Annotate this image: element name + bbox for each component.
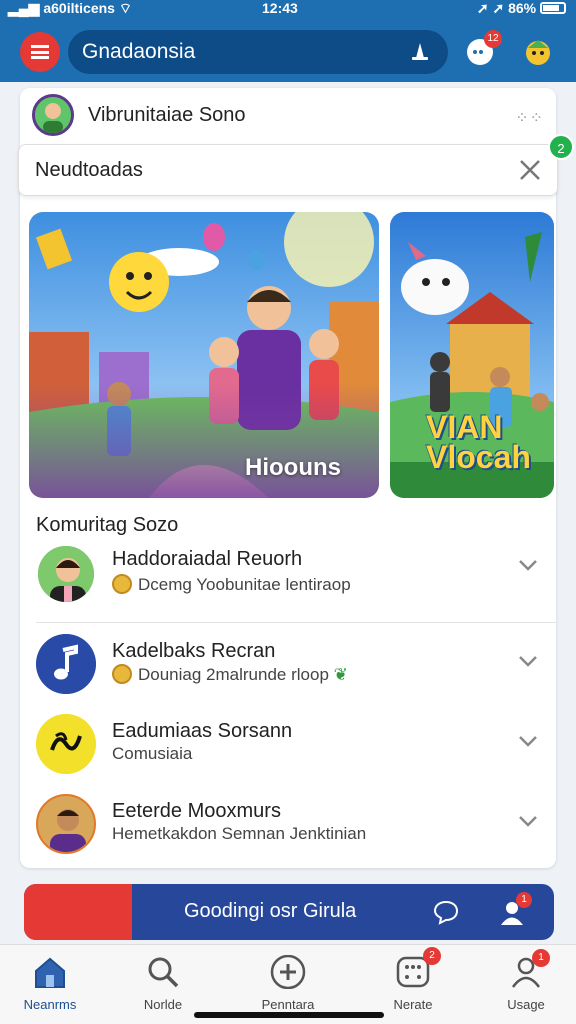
filter-field[interactable]: Neudtoadas [18,144,558,196]
chevron-down-icon[interactable] [518,814,538,828]
list-item-subtitle: Hemetkakdon Semnan Jenktinian [112,824,367,843]
banner-logo: VIAN Vlocah [426,409,531,475]
app-header: ▂▄▆ a60ilticens ⌔ 12:43 ➚ ➚ 86% Gnadaons… [0,0,576,82]
tab-search[interactable]: Norlde [113,955,213,1015]
chat-icon[interactable] [432,898,460,926]
search-icon [148,957,179,988]
banner-caption: Hioouns [245,454,341,481]
tab-create[interactable]: Penntara [238,954,338,1015]
tab-badge: 2 [423,947,441,965]
chevron-down-icon[interactable] [518,734,538,748]
search-text: Gnadaonsia [82,40,196,63]
carrier-label: ▂▄▆ a60ilticens ⌔ [8,0,133,16]
close-icon[interactable] [517,157,543,183]
menu-button[interactable] [20,32,60,72]
clock: 12:43 [262,0,298,16]
list-item-title: Kadelbaks Recran [112,640,276,662]
tab-label: Usage [507,997,545,1012]
list-item-subtitle: Dcemg Yoobunitae lentiraop [112,574,351,595]
avatar-image [38,796,94,852]
list-item[interactable]: Kadelbaks Recran Douniag 2malrunde rloop… [20,634,556,698]
tab-label: Neanrms [23,997,77,1012]
promo-banner[interactable]: Goodingi osr Girula 1 [24,884,554,940]
tab-profile[interactable]: 1 Usage [476,949,576,1015]
tab-badge: 1 [532,949,550,967]
filter-text: Neudtoadas [35,159,143,181]
notifications-button[interactable]: 12 [464,30,502,68]
featured-banner[interactable]: Hioouns [29,212,379,498]
tab-home[interactable]: Neanrms [0,955,100,1015]
plus-icon [270,954,306,990]
home-indicator [194,1012,384,1018]
section-title: Komuritag Sozo [36,514,179,536]
list-item-subtitle: Douniag 2malrunde rloop ❦ [112,664,348,685]
list-item[interactable]: Haddoraiadal Reuorh Dcemg Yoobunitae len… [20,538,556,614]
list-item-title: Haddoraiadal Reuorh [112,548,303,570]
tab-games[interactable]: 2 Nerate [363,947,463,1015]
avatar-image [38,546,94,602]
squiggle-logo-icon [36,714,96,774]
list-item-title: Eeterde Mooxmurs [112,800,281,822]
chevron-down-icon[interactable] [518,558,538,572]
tab-label: Nerate [393,997,433,1012]
list-avatar [36,634,96,694]
music-note-icon [36,634,96,694]
filter-count-badge: 2 [548,134,574,160]
smile-icon [112,664,132,684]
bell-icon[interactable] [408,40,432,64]
profile-row[interactable]: Vibrunitaiae Sono ⁘⁘ [32,94,544,138]
home-icon [35,957,65,988]
list-item[interactable]: Eeterde Mooxmurs Hemetkakdon Semnan Jenk… [20,794,556,858]
chevron-down-icon[interactable] [518,654,538,668]
search-bar[interactable]: Gnadaonsia [68,30,448,74]
list-item[interactable]: Eadumiaas Sorsann Comusiaia [20,714,556,778]
mascot-icon [526,40,550,65]
leaf-icon: ❦ [333,665,348,684]
medal-icon [112,574,132,594]
list-avatar [36,544,96,604]
tab-label: Penntara [261,997,315,1012]
tab-label: Norlde [143,997,183,1012]
mascot-button[interactable] [522,36,554,68]
promo-user-button[interactable]: 1 [498,892,532,926]
battery-status: ➚ ➚ 86% [477,0,566,17]
list-item-subtitle: Comusiaia [112,744,193,763]
profile-name: Vibrunitaiae Sono [88,104,246,126]
more-dots-icon[interactable]: ⁘⁘ [515,108,544,128]
hamburger-icon [31,45,49,59]
profile-avatar[interactable] [32,94,74,136]
secondary-banner[interactable]: VIAN Vlocah [390,212,554,498]
list-item-title: Eadumiaas Sorsann [112,720,293,742]
list-avatar [36,794,96,854]
feed-card: Vibrunitaiae Sono ⁘⁘ Neudtoadas Hioouns … [18,88,558,868]
promo-accent [24,884,132,940]
promo-text: Goodingi osr Girula [184,900,357,922]
promo-badge: 1 [516,892,532,908]
status-bar: ▂▄▆ a60ilticens ⌔ 12:43 ➚ ➚ 86% [0,0,576,18]
avatar-image [35,97,71,133]
list-avatar [36,714,96,774]
notification-badge: 12 [484,30,502,48]
divider [36,622,556,623]
battery-icon [540,2,566,14]
